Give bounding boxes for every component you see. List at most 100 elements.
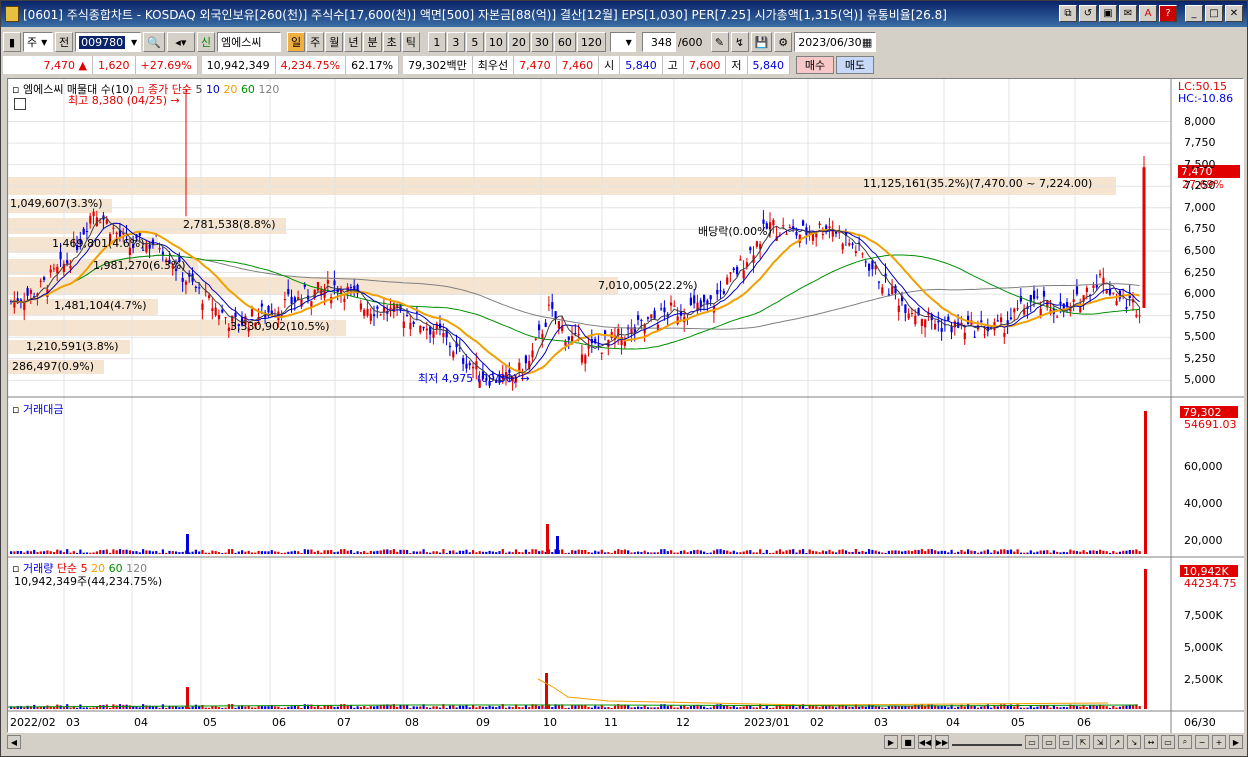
zoom-slider[interactable] xyxy=(952,738,1022,746)
interval-60[interactable]: 60 xyxy=(553,32,576,52)
candle-body xyxy=(326,280,329,284)
maximize-icon[interactable]: □ xyxy=(1205,5,1223,22)
credit-button[interactable]: 신 xyxy=(196,32,215,52)
code-input[interactable]: 009780 ▼ xyxy=(75,32,142,52)
open-label: 시 xyxy=(599,56,621,74)
amount-bar xyxy=(274,551,277,554)
scroll-left-icon[interactable]: ◀ xyxy=(7,735,21,749)
minimize-icon[interactable]: _ xyxy=(1185,5,1203,22)
date-input[interactable]: 2023/06/30 ▦ xyxy=(794,32,877,52)
sell-button[interactable]: 매도 xyxy=(836,56,875,74)
interval-120[interactable]: 120 xyxy=(576,32,606,52)
close-icon[interactable]: ✕ xyxy=(1225,5,1243,22)
candle-body xyxy=(43,277,46,280)
zoom-out-icon[interactable]: − xyxy=(1195,735,1209,749)
tab-4[interactable]: 분 xyxy=(363,32,382,52)
candle-body xyxy=(868,264,871,271)
candle-body xyxy=(1036,296,1039,298)
volume-bar xyxy=(435,706,438,709)
tab-2[interactable]: 월 xyxy=(325,32,344,52)
volume-bar xyxy=(719,704,722,709)
font-icon[interactable]: A xyxy=(1139,5,1157,22)
interval-30[interactable]: 30 xyxy=(530,32,553,52)
help-icon[interactable]: ? xyxy=(1159,5,1177,22)
amount-bar xyxy=(947,552,950,554)
volume-bar xyxy=(937,706,940,709)
mail-icon[interactable]: ✉ xyxy=(1119,5,1137,22)
zoom-icon[interactable]: ✎ xyxy=(710,32,729,52)
interval-20[interactable]: 20 xyxy=(507,32,530,52)
volume-bar xyxy=(980,706,983,709)
tool-icon-9[interactable]: ▭ xyxy=(1161,735,1175,749)
amount-bar xyxy=(363,551,366,554)
volume-bar xyxy=(1056,706,1059,709)
interval-input[interactable]: ▼ xyxy=(609,32,636,52)
link-icon[interactable]: ⧉ xyxy=(1059,5,1077,22)
volume-bar xyxy=(363,706,366,709)
amount-bar xyxy=(755,552,758,554)
volume-bar xyxy=(851,706,854,709)
volume-bar xyxy=(109,707,112,709)
rewind-icon[interactable]: ◀◀ xyxy=(918,735,932,749)
zoom-search-icon[interactable]: ⌕ xyxy=(1178,735,1192,749)
stock-name-field[interactable]: 엠에스씨 xyxy=(216,32,281,52)
interval-5[interactable]: 5 xyxy=(465,32,484,52)
volume-bar xyxy=(198,706,201,709)
amount-bar xyxy=(62,552,65,554)
high-price: 7,600 xyxy=(683,56,727,74)
volume-bar xyxy=(300,707,303,709)
volume-bar xyxy=(864,706,867,709)
amount-bar xyxy=(135,551,138,554)
volume-bar xyxy=(957,706,960,709)
amount-bar xyxy=(821,550,824,554)
tab-5[interactable]: 초 xyxy=(382,32,401,52)
tool-icon-5[interactable]: ⇲ xyxy=(1093,735,1107,749)
amount-bar xyxy=(511,552,514,554)
tool-icon-8[interactable]: ↔ xyxy=(1144,735,1158,749)
play-icon[interactable]: ▶ xyxy=(884,735,898,749)
save-icon[interactable]: 💾 xyxy=(750,32,773,52)
table-icon[interactable] xyxy=(14,98,26,110)
candle-body xyxy=(577,334,580,336)
settings-icon[interactable]: ⚙ xyxy=(774,32,793,52)
pin-icon[interactable]: ↺ xyxy=(1079,5,1097,22)
count-input[interactable]: 348 xyxy=(641,32,676,52)
forward-icon[interactable]: ▶▶ xyxy=(935,735,949,749)
pause-icon[interactable]: ■ xyxy=(901,735,915,749)
tab-0[interactable]: 일 xyxy=(286,32,306,52)
speaker-icon[interactable]: ◂▾ xyxy=(166,32,195,52)
tab-1[interactable]: 주 xyxy=(306,32,325,52)
tool-icon-2[interactable]: ▭ xyxy=(1042,735,1056,749)
interval-10[interactable]: 10 xyxy=(484,32,507,52)
buy-button[interactable]: 매수 xyxy=(796,56,835,74)
amount-bar xyxy=(1085,552,1088,554)
period-type-select[interactable]: 주 ▼ xyxy=(23,32,53,52)
tab-3[interactable]: 년 xyxy=(344,32,363,52)
draw-icon[interactable]: ↯ xyxy=(730,32,749,52)
amount-bar xyxy=(524,549,527,554)
chart-area[interactable]: ▫ 엠에스씨 매물대 수(10) ▫ 종가 단순 5 10 20 60 120 … xyxy=(7,78,1244,733)
zoom-in-icon[interactable]: + xyxy=(1212,735,1226,749)
interval-3[interactable]: 3 xyxy=(446,32,465,52)
tool-icon-1[interactable]: ▭ xyxy=(1025,735,1039,749)
price-tick: 5,750 xyxy=(1184,308,1216,322)
amount-bar xyxy=(613,550,617,554)
layout-icon[interactable]: ▣ xyxy=(1099,5,1117,22)
interval-1[interactable]: 1 xyxy=(427,32,446,52)
chart-type-icon[interactable]: ▮ xyxy=(3,32,21,52)
prev-button[interactable]: 전 xyxy=(55,32,74,52)
tool-icon-6[interactable]: ↗ xyxy=(1110,735,1124,749)
candle-body xyxy=(1125,307,1128,309)
tab-6[interactable]: 틱 xyxy=(401,32,420,52)
tool-icon-3[interactable]: ▭ xyxy=(1059,735,1073,749)
volume-bar xyxy=(204,707,207,709)
volume-bar xyxy=(689,706,692,709)
scroll-right-icon[interactable]: ▶ xyxy=(1229,735,1243,749)
tool-icon-7[interactable]: ↘ xyxy=(1127,735,1141,749)
tool-icon-4[interactable]: ⇱ xyxy=(1076,735,1090,749)
volume-bar xyxy=(927,704,930,709)
candle-body xyxy=(877,281,881,283)
volume-bar xyxy=(505,707,508,709)
search-icon[interactable]: 🔍 xyxy=(143,32,165,52)
volume-bar xyxy=(990,707,993,709)
